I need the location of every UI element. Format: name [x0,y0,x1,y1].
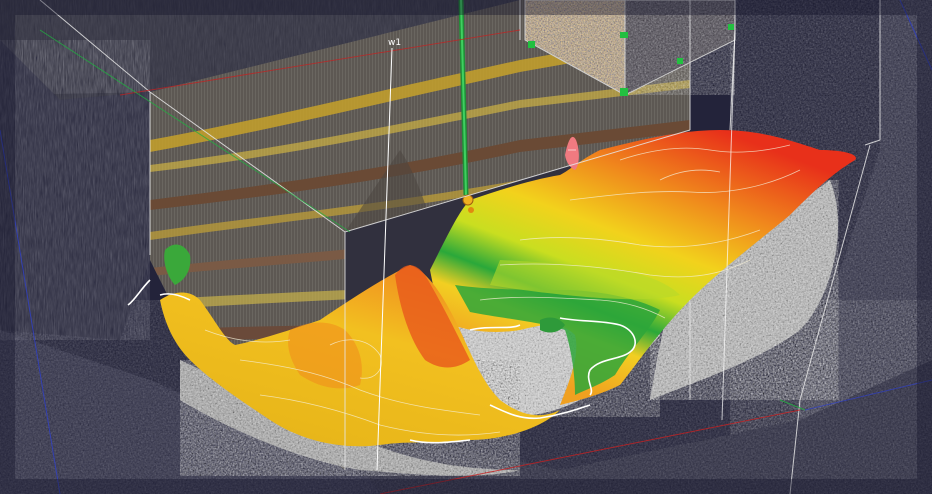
cube-handle[interactable] [677,58,683,64]
seismic-left-wall [0,40,150,340]
cube-handle[interactable] [728,24,734,30]
cube-handle[interactable] [620,88,628,96]
3d-seismic-viewport[interactable]: w1 [0,0,932,494]
cube-handle[interactable] [528,41,535,48]
cube-handle[interactable] [620,32,628,38]
well-marker[interactable] [468,207,474,213]
well-label: w1 [388,38,401,48]
seismic-horizon-scene[interactable]: w1 [0,0,932,494]
